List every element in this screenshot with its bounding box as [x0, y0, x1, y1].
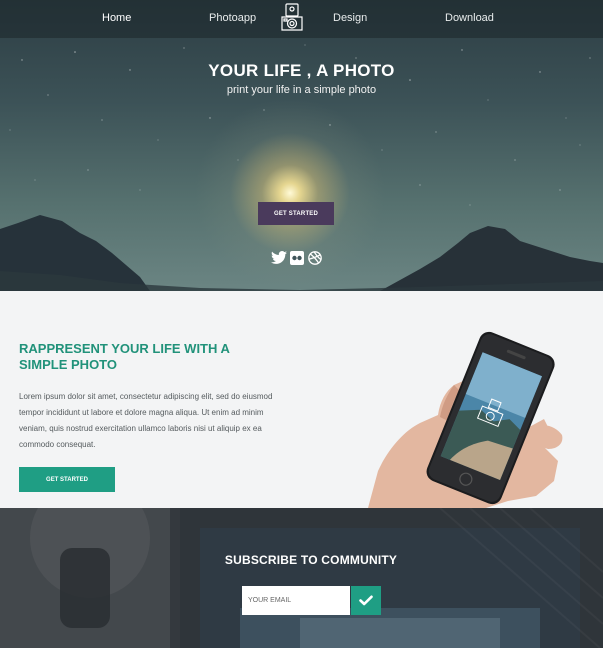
subscribe-title: SUBSCRIBE TO COMMUNITY	[224, 553, 398, 567]
camera-logo-icon[interactable]	[278, 3, 306, 33]
subscribe-background-photo	[0, 508, 603, 648]
subscribe-submit-button[interactable]	[351, 586, 381, 615]
hero-subtitle: print your life in a simple photo	[226, 84, 377, 96]
subscribe-section: SUBSCRIBE TO COMMUNITY	[0, 508, 603, 648]
nav-photoapp-link[interactable]: Photoapp	[209, 12, 256, 24]
hero-title: YOUR LIFE , A PHOTO	[208, 61, 395, 80]
feature-section: RAPPRESENT YOUR LIFE WITH A SIMPLE PHOTO…	[0, 291, 603, 508]
top-navbar: Home Photoapp Design Download	[0, 0, 603, 38]
email-input[interactable]	[242, 586, 350, 615]
twitter-icon[interactable]	[271, 251, 287, 265]
nav-home-link[interactable]: Home	[102, 12, 131, 24]
check-icon	[359, 595, 373, 606]
feature-get-started-button[interactable]: GET STARTED	[19, 467, 115, 492]
mountain-silhouette	[0, 215, 603, 291]
nav-design-link[interactable]: Design	[333, 12, 367, 24]
phone-in-hand-image	[368, 331, 563, 508]
hero-section: Home Photoapp Design Download YOUR LIFE …	[0, 0, 603, 291]
hero-get-started-button[interactable]: GET STARTED	[258, 202, 334, 225]
flickr-icon[interactable]	[289, 251, 305, 265]
feature-description: Lorem ipsum dolor sit amet, consectetur …	[19, 392, 273, 449]
nav-download-link[interactable]: Download	[445, 12, 494, 24]
dribbble-icon[interactable]	[307, 251, 323, 265]
feature-title: RAPPRESENT YOUR LIFE WITH A SIMPLE PHOTO	[19, 341, 230, 372]
